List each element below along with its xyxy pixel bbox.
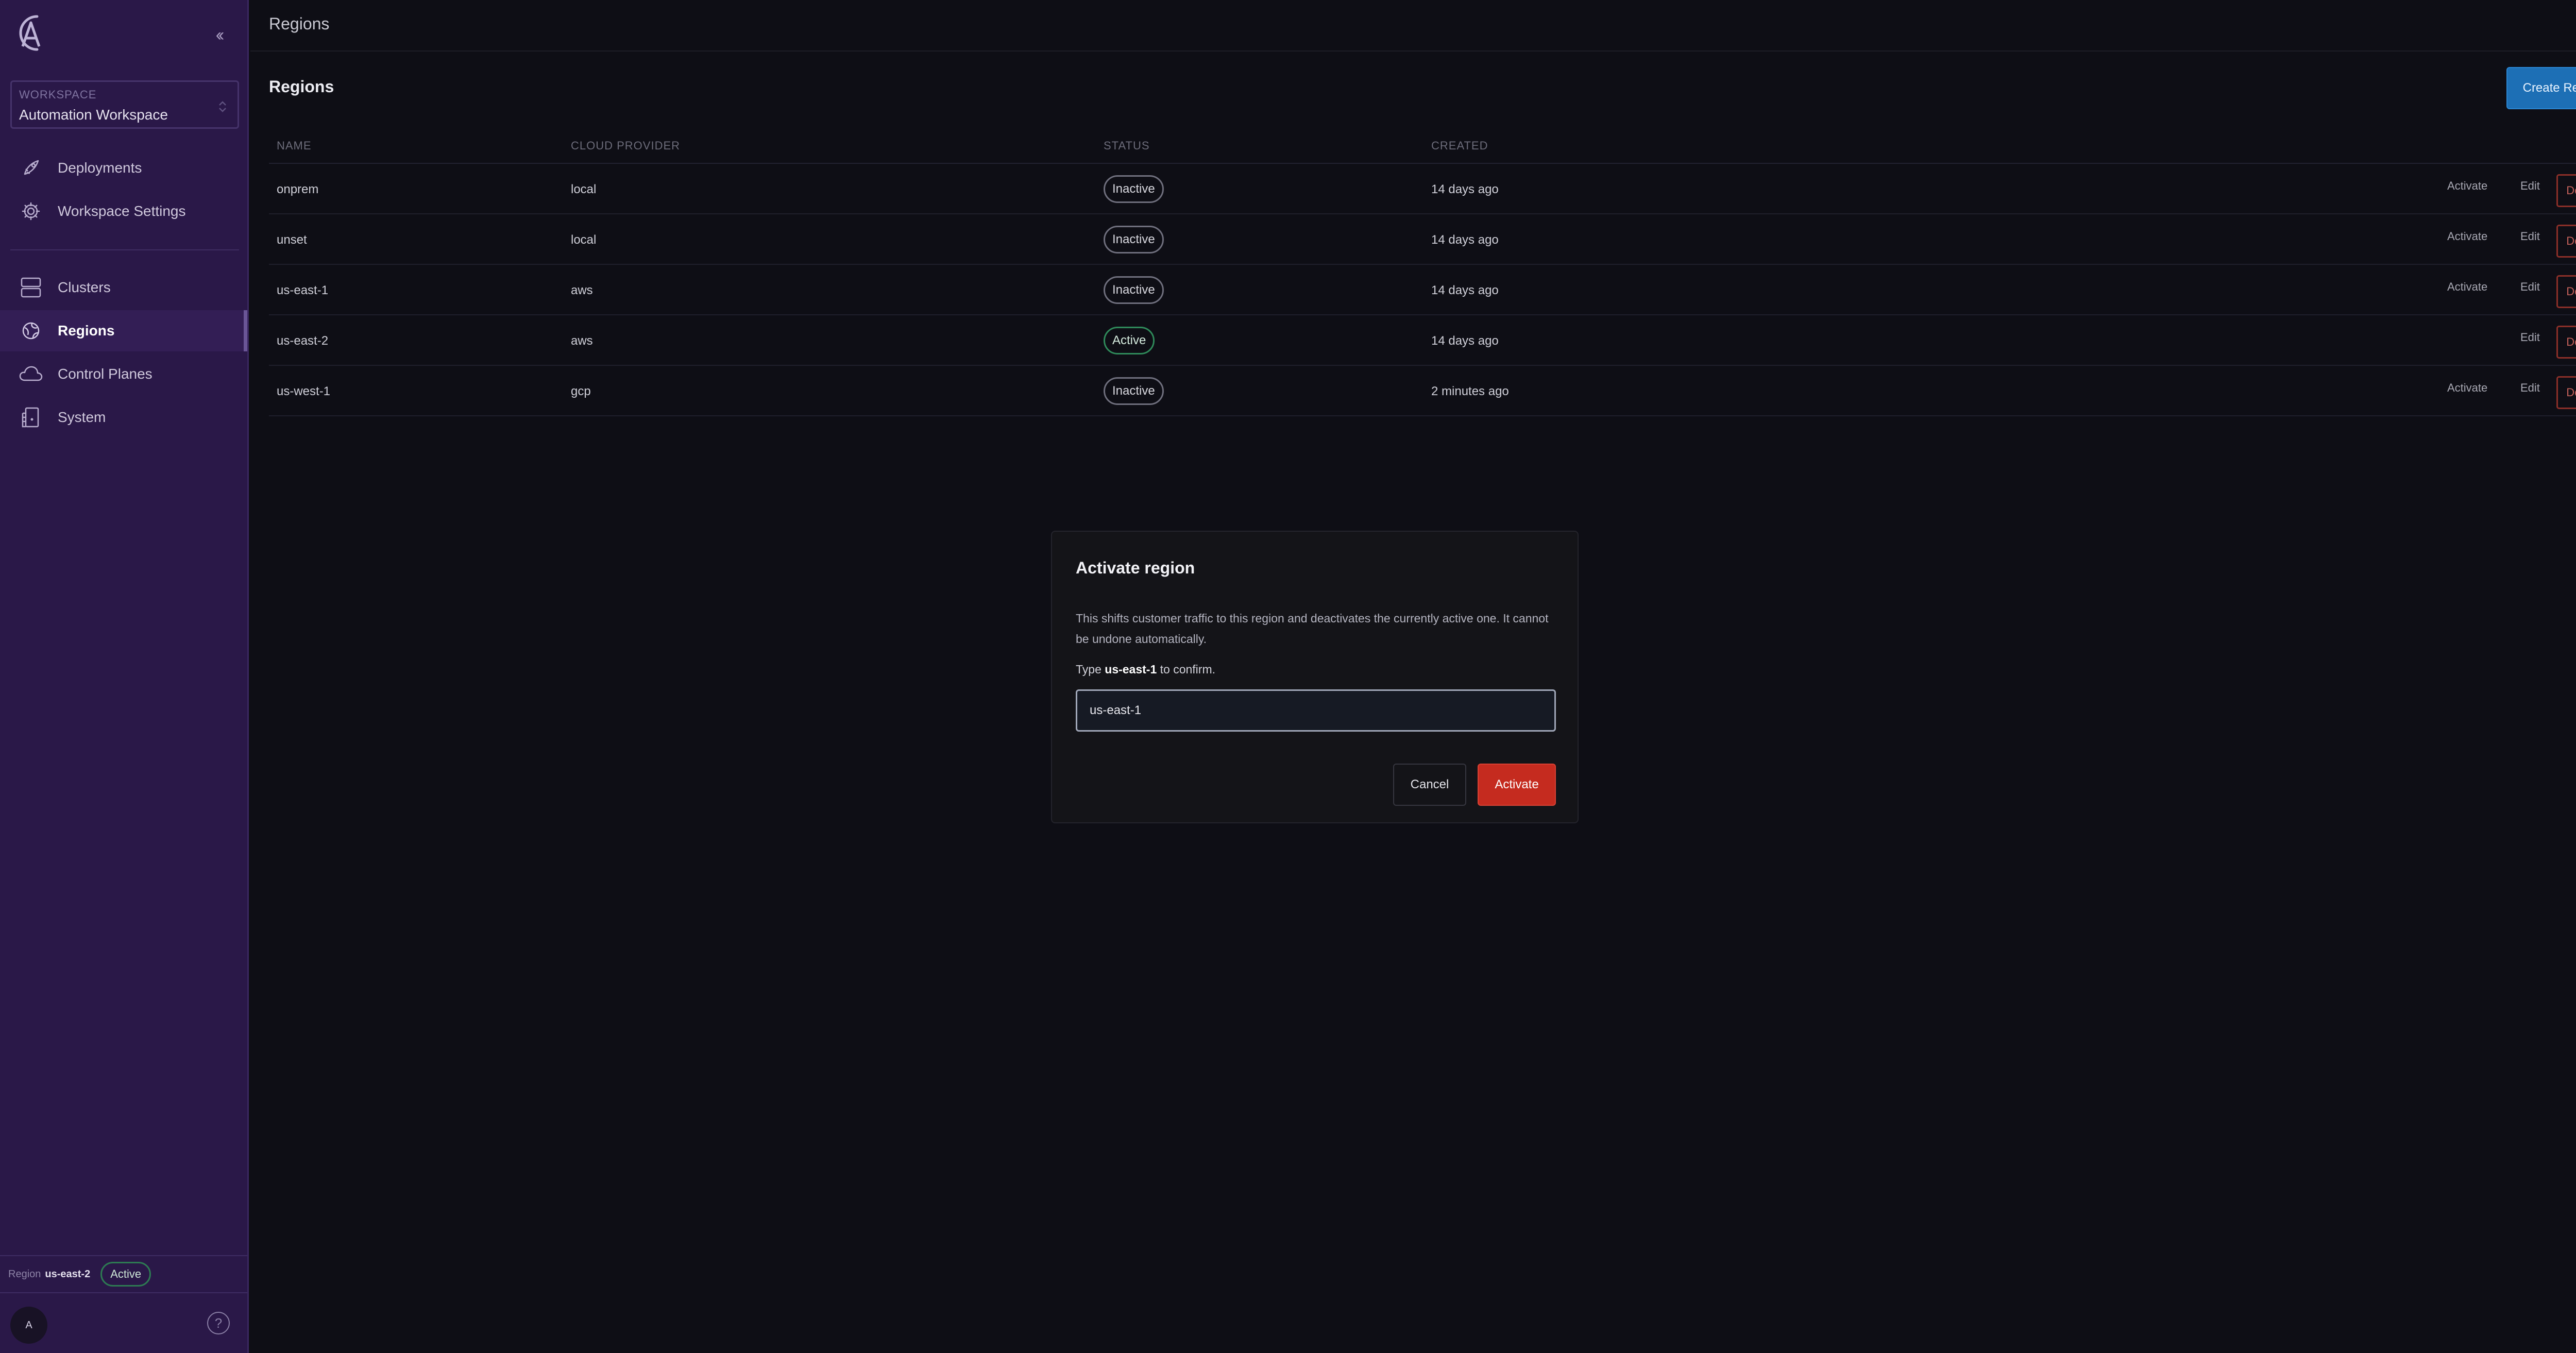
column-header-status: STATUS <box>1104 139 1150 152</box>
status-badge: Inactive <box>1104 377 1164 405</box>
system-icon <box>19 405 43 430</box>
delete-button[interactable]: Delete <box>2556 225 2576 258</box>
rocket-icon <box>19 156 43 180</box>
sidebar-item-label: Clusters <box>58 279 111 295</box>
workspace-selector[interactable]: WORKSPACE Automation Workspace <box>10 80 239 129</box>
region-name: us-east-2 <box>45 1268 91 1280</box>
sidebar: ‹‹ WORKSPACE Automation Workspace Deploy… <box>0 0 249 1353</box>
cloud-provider-cell: local <box>571 182 597 196</box>
sidebar-item-clusters[interactable]: Clusters <box>0 267 247 308</box>
activate-button[interactable]: Activate <box>1478 764 1556 806</box>
top-bar: Regions <box>250 0 2576 52</box>
table-row: unset local Inactive 14 days ago Activat… <box>269 214 2576 265</box>
column-header-name: NAME <box>277 139 312 152</box>
table-header: NAME CLOUD PROVIDER STATUS CREATED <box>269 133 2576 164</box>
region-name-cell: us-east-1 <box>277 283 329 297</box>
dialog-description: This shifts customer traffic to this reg… <box>1076 612 1549 646</box>
edit-button[interactable]: Edit <box>2520 381 2540 395</box>
sidebar-footer-divider <box>0 1255 247 1256</box>
sidebar-item-label: Control Planes <box>58 366 152 382</box>
sidebar-item-label: Deployments <box>58 160 142 176</box>
confirm-suffix: to confirm. <box>1160 663 1216 676</box>
confirm-instruction: Type us-east-1 to confirm. <box>1076 663 1215 676</box>
page-title: Regions <box>269 77 334 96</box>
sidebar-item-system[interactable]: System <box>0 397 247 438</box>
activate-button[interactable]: Activate <box>2447 280 2487 294</box>
activate-button[interactable]: Activate <box>2447 230 2487 243</box>
activate-button[interactable]: Activate <box>2447 381 2487 395</box>
region-name-cell: unset <box>277 233 307 247</box>
region-name-cell: onprem <box>277 182 319 196</box>
cloud-provider-cell: aws <box>571 334 593 348</box>
breadcrumb: Regions <box>269 14 330 33</box>
sidebar-divider <box>10 249 239 250</box>
logo-icon <box>19 15 41 51</box>
delete-button[interactable]: Delete <box>2556 174 2576 207</box>
edit-button[interactable]: Edit <box>2520 331 2540 344</box>
created-cell: 14 days ago <box>1431 283 1499 297</box>
region-name-cell: us-west-1 <box>277 384 331 398</box>
avatar[interactable]: A <box>10 1307 47 1344</box>
created-cell: 14 days ago <box>1431 334 1499 348</box>
table-row: us-east-1 aws Inactive 14 days ago Activ… <box>269 265 2576 315</box>
chevron-updown-icon <box>219 101 226 112</box>
table-row: onprem local Inactive 14 days ago Activa… <box>269 164 2576 214</box>
edit-button[interactable]: Edit <box>2520 280 2540 294</box>
collapse-sidebar-icon[interactable]: ‹‹ <box>208 25 229 45</box>
server-icon <box>19 275 43 300</box>
delete-button[interactable]: Delete <box>2556 326 2576 359</box>
current-region: Region us-east-2 Active <box>8 1261 151 1287</box>
delete-button[interactable]: Delete <box>2556 275 2576 308</box>
sidebar-item-workspace-settings[interactable]: Workspace Settings <box>0 191 247 232</box>
globe-icon <box>19 318 43 343</box>
created-cell: 2 minutes ago <box>1431 384 1509 398</box>
column-header-cloud-provider: CLOUD PROVIDER <box>571 139 681 152</box>
created-cell: 14 days ago <box>1431 182 1499 196</box>
sidebar-item-regions[interactable]: Regions <box>0 310 247 351</box>
activate-button[interactable]: Activate <box>2447 179 2487 193</box>
gear-icon <box>19 199 43 224</box>
sidebar-footer-divider <box>0 1292 247 1293</box>
status-badge: Inactive <box>1104 175 1164 203</box>
table-row: us-west-1 gcp Inactive 2 minutes ago Act… <box>269 366 2576 416</box>
sidebar-item-deployments[interactable]: Deployments <box>0 147 247 189</box>
status-badge: Inactive <box>1104 226 1164 253</box>
create-region-button[interactable]: Create Region <box>2506 67 2576 109</box>
status-badge: Active <box>100 1262 151 1287</box>
workspace-label: WORKSPACE <box>19 88 97 101</box>
confirm-prefix: Type <box>1076 663 1101 676</box>
table-row: us-east-2 aws Active 14 days ago Edit De… <box>269 315 2576 366</box>
sidebar-item-control-planes[interactable]: Control Planes <box>0 353 247 395</box>
activate-region-dialog: Activate region This shifts customer tra… <box>1051 531 1579 823</box>
cloud-provider-cell: local <box>571 233 597 247</box>
workspace-name: Automation Workspace <box>19 107 168 123</box>
status-badge: Inactive <box>1104 276 1164 304</box>
status-badge: Active <box>1104 327 1155 354</box>
column-header-created: CREATED <box>1431 139 1488 152</box>
sidebar-item-label: Workspace Settings <box>58 203 186 219</box>
cancel-button[interactable]: Cancel <box>1393 764 1466 806</box>
cloud-provider-cell: gcp <box>571 384 591 398</box>
edit-button[interactable]: Edit <box>2520 230 2540 243</box>
app-logo[interactable] <box>10 10 47 56</box>
cloud-provider-cell: aws <box>571 283 593 297</box>
cloud-icon <box>19 362 43 386</box>
edit-button[interactable]: Edit <box>2520 179 2540 193</box>
confirm-target: us-east-1 <box>1105 663 1157 676</box>
sidebar-item-label: System <box>58 409 106 425</box>
sidebar-item-label: Regions <box>58 323 115 339</box>
dialog-title: Activate region <box>1076 559 1195 577</box>
created-cell: 14 days ago <box>1431 233 1499 247</box>
region-label: Region <box>8 1268 41 1280</box>
region-name-cell: us-east-2 <box>277 334 329 348</box>
confirm-region-input[interactable] <box>1076 689 1556 732</box>
delete-button[interactable]: Delete <box>2556 376 2576 409</box>
help-icon[interactable]: ? <box>207 1312 230 1334</box>
